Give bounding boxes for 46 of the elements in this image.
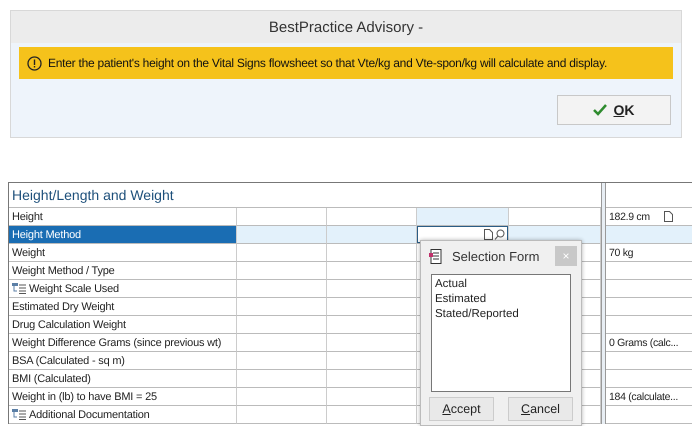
row-label-text: Estimated Dry Weight bbox=[12, 300, 114, 312]
row-label-text: Weight Difference Grams (since previous wt) bbox=[12, 336, 222, 348]
list-option[interactable]: Stated/Reported bbox=[435, 307, 567, 322]
row-label[interactable]: Estimated Dry Weight bbox=[9, 298, 237, 316]
row-label[interactable]: Height Method bbox=[9, 226, 237, 244]
result-value: 184 (calculate... bbox=[609, 390, 678, 402]
warning-message: Enter the patient's height on the Vital Signs flowsheet so that Vte/kg and Vte-spon/kg will calculate and display. bbox=[48, 56, 608, 70]
row-label-text: Drug Calculation Weight bbox=[12, 318, 126, 330]
row-label[interactable]: Weight Method / Type bbox=[9, 262, 237, 280]
ok-button[interactable]: OK bbox=[557, 95, 671, 125]
row-label-text: Additional Documentation bbox=[29, 408, 150, 420]
list-icon bbox=[12, 283, 26, 294]
row-label[interactable]: Drug Calculation Weight bbox=[9, 316, 237, 334]
row-label-text: Weight in (lb) to have BMI = 25 bbox=[12, 390, 157, 402]
result-value: 182.9 cm bbox=[609, 210, 650, 222]
row-label[interactable]: Additional Documentation bbox=[9, 406, 237, 424]
row-label[interactable]: Weight in (lb) to have BMI = 25 bbox=[9, 388, 237, 406]
form-title: Selection Form bbox=[452, 248, 540, 264]
checkmark-icon bbox=[593, 104, 608, 116]
document-icon bbox=[484, 229, 493, 240]
row-label-text: Height bbox=[12, 210, 43, 222]
list-option[interactable]: Estimated bbox=[435, 292, 567, 307]
accept-button[interactable]: Accept bbox=[429, 397, 494, 421]
row-label-text: Weight Method / Type bbox=[12, 264, 115, 276]
list-option[interactable]: Actual bbox=[435, 277, 567, 292]
row-label[interactable]: BMI (Calculated) bbox=[9, 370, 237, 388]
search-icon bbox=[494, 229, 505, 240]
row-label[interactable]: BSA (Calculated - sq m) bbox=[9, 352, 237, 370]
cancel-button[interactable]: Cancel bbox=[508, 397, 573, 421]
result-cell[interactable] bbox=[606, 226, 692, 244]
form-icon bbox=[429, 248, 442, 264]
dialog-title: BestPractice Advisory - bbox=[11, 11, 681, 43]
row-label-text: BMI (Calculated) bbox=[12, 372, 91, 384]
warning-icon bbox=[27, 56, 42, 70]
row-label-text: BSA (Calculated - sq m) bbox=[12, 354, 125, 366]
result-value: 0 Grams (calc... bbox=[609, 336, 678, 348]
row-label[interactable]: Height bbox=[9, 208, 237, 226]
row-label[interactable]: Weight bbox=[9, 244, 237, 262]
list-icon bbox=[12, 409, 26, 420]
row-label-text: Height Method bbox=[12, 228, 81, 240]
row-label[interactable]: Weight Scale Used bbox=[9, 280, 237, 298]
row-label[interactable]: Weight Difference Grams (since previous wt) bbox=[9, 334, 237, 352]
row-label-text: Weight Scale Used bbox=[29, 282, 119, 294]
row-label-text: Weight bbox=[12, 246, 45, 258]
result-cell[interactable]: 182.9 cm bbox=[606, 208, 692, 226]
result-value: 70 kg bbox=[609, 246, 634, 258]
